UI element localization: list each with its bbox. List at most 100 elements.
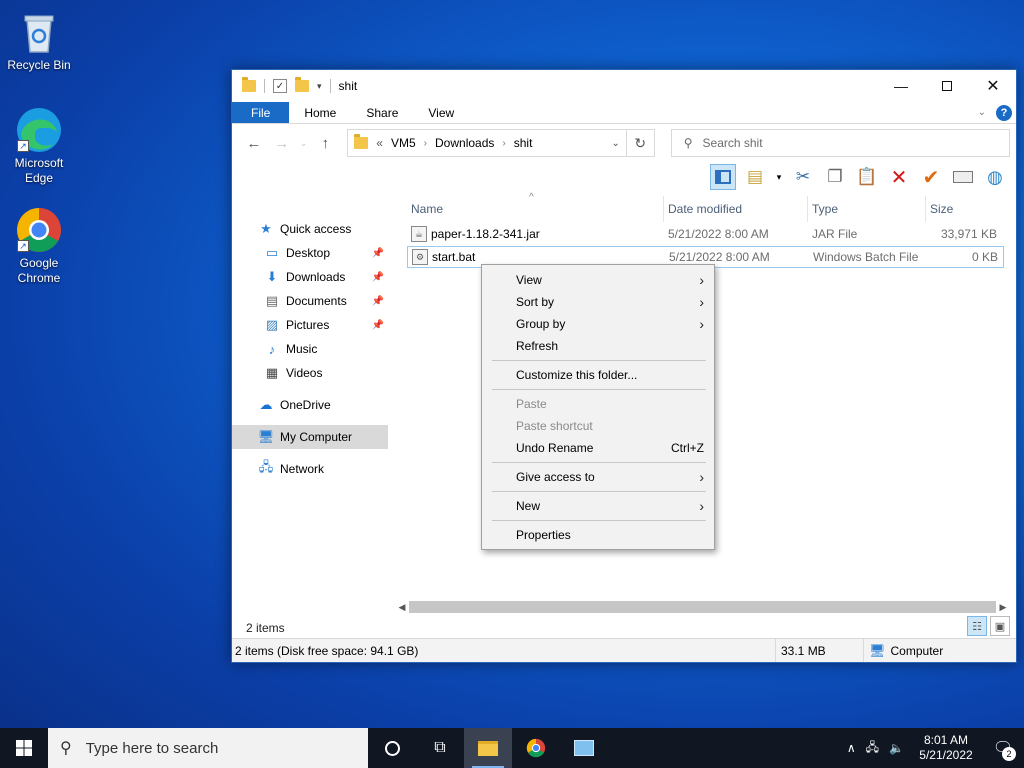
nav-pictures[interactable]: ▨ Pictures 📌 [232, 313, 388, 337]
taskbar-search[interactable]: ⚲ Type here to search [48, 728, 368, 768]
up-button[interactable]: ↑ [314, 131, 338, 155]
menu-item-paste[interactable]: Paste [482, 393, 714, 415]
menu-item-view[interactable]: View › [482, 269, 714, 291]
new-folder-icon[interactable] [295, 77, 309, 92]
taskbar-search-placeholder: Type here to search [85, 739, 219, 757]
nav-network[interactable]: 🖧 Network [232, 457, 388, 481]
large-icons-view-button[interactable]: ▣ [990, 616, 1010, 636]
desktop-icon-chrome[interactable]: ↗ Google Chrome [2, 206, 76, 286]
menu-item-paste-shortcut[interactable]: Paste shortcut [482, 415, 714, 437]
help-icon[interactable]: ? [996, 104, 1012, 121]
recent-locations-button[interactable]: ⌄ [298, 131, 310, 155]
search-input[interactable] [702, 136, 983, 150]
file-name: start.bat [432, 250, 476, 264]
rename-button[interactable] [950, 164, 976, 190]
file-size: 33,971 KB [940, 227, 997, 241]
nav-documents[interactable]: ▤ Documents 📌 [232, 289, 388, 313]
shortcut-arrow-icon: ↗ [17, 240, 29, 252]
scroll-right-icon[interactable]: ▶ [996, 602, 1010, 613]
nav-quick-access[interactable]: ★ Quick access [232, 217, 388, 241]
minimize-button[interactable]: — [878, 71, 924, 101]
cut-button[interactable]: ✂ [790, 164, 816, 190]
tab-view[interactable]: View [413, 102, 469, 123]
file-name: paper-1.18.2-341.jar [431, 227, 540, 241]
paste-button[interactable]: 📋 [854, 164, 880, 190]
menu-item-undo-rename[interactable]: Undo Rename Ctrl+Z [482, 437, 714, 459]
copy-button[interactable]: ❐ [822, 164, 848, 190]
tab-share[interactable]: Share [351, 102, 413, 123]
refresh-button[interactable]: ↻ [625, 130, 654, 156]
details-view-button[interactable]: ☷ [967, 616, 987, 636]
scroll-left-icon[interactable]: ◀ [395, 602, 409, 613]
nav-music[interactable]: ♪ Music [232, 337, 388, 361]
taskbar-chrome[interactable] [512, 728, 560, 768]
desktop-icon-edge[interactable]: ↗ Microsoft Edge [2, 106, 76, 186]
search-box[interactable]: ⚲ [670, 129, 1010, 157]
menu-item-group-by[interactable]: Group by › [482, 313, 714, 335]
views-dropdown[interactable]: ▾ [774, 164, 784, 190]
clock[interactable]: 8:01 AM 5/21/2022 [914, 733, 978, 763]
menu-item-new[interactable]: New › [482, 495, 714, 517]
forward-button[interactable]: → [270, 131, 294, 155]
menu-item-properties[interactable]: Properties [482, 524, 714, 546]
breadcrumb-current[interactable]: shit [514, 136, 533, 150]
chrome-icon [526, 738, 546, 758]
tab-file[interactable]: File [232, 102, 290, 123]
properties-check-icon[interactable]: ✓ [273, 79, 287, 93]
nav-my-computer[interactable]: 🖥 My Computer [232, 425, 388, 449]
file-type: Windows Batch File [813, 250, 919, 264]
menu-item-give-access[interactable]: Give access to › [482, 466, 714, 488]
maximize-button[interactable] [924, 71, 970, 101]
ribbon-expand-icon[interactable]: ⌄ [978, 107, 986, 118]
delete-button[interactable]: ✕ [886, 164, 912, 190]
scroll-thumb[interactable] [409, 601, 996, 613]
breadcrumb-chevron-icon[interactable]: › [502, 138, 505, 149]
address-dropdown-icon[interactable]: ⌄ [606, 138, 626, 149]
batch-file-icon: ⚙ [412, 249, 428, 265]
start-button[interactable] [0, 728, 48, 768]
desktop-icon-recycle-bin[interactable]: Recycle Bin [2, 8, 76, 73]
volume-icon[interactable]: 🔈 [889, 741, 904, 755]
column-name[interactable]: Name [407, 196, 664, 222]
nav-videos[interactable]: ▦ Videos [232, 361, 388, 385]
task-view-button[interactable]: ⧉ [416, 728, 464, 768]
folders-pane-button[interactable] [710, 164, 736, 190]
action-center-button[interactable]: 🗨 2 [988, 728, 1018, 768]
file-date: 5/21/2022 8:00 AM [668, 227, 769, 241]
nav-desktop[interactable]: ▭ Desktop 📌 [232, 241, 388, 265]
qat-dropdown-icon[interactable]: ▾ [317, 81, 322, 92]
total-size-status: 33.1 MB [776, 639, 864, 662]
menu-item-refresh[interactable]: Refresh [482, 335, 714, 357]
views-button[interactable]: ▤ [742, 164, 768, 190]
pin-icon: 📌 [371, 271, 384, 283]
column-date[interactable]: Date modified [664, 196, 808, 222]
show-hidden-icons-icon[interactable]: ∧ [847, 741, 856, 755]
breadcrumb-overflow[interactable]: « [376, 136, 383, 150]
network-tray-icon[interactable]: 🖧 [866, 738, 879, 759]
back-button[interactable]: ← [242, 131, 266, 155]
shortcut-hint: Ctrl+Z [671, 441, 704, 455]
file-row[interactable]: ☕ paper-1.18.2-341.jar 5/21/2022 8:00 AM … [407, 223, 1004, 245]
close-button[interactable]: ✕ [970, 71, 1016, 101]
cortana-button[interactable] [368, 728, 416, 768]
taskbar-file-explorer[interactable] [464, 728, 512, 768]
desktop-icon: ▭ [265, 245, 279, 260]
menu-item-customize-folder[interactable]: Customize this folder... [482, 364, 714, 386]
title-bar: ✓ ▾ shit — ✕ [232, 70, 1016, 102]
horizontal-scrollbar[interactable]: ◀ ▶ [395, 600, 1010, 614]
breadcrumb-downloads[interactable]: Downloads [435, 136, 494, 150]
properties-button[interactable]: ✔ [918, 164, 944, 190]
tab-home[interactable]: Home [289, 102, 351, 123]
shell-button[interactable]: ◍ [982, 164, 1008, 190]
breadcrumb-chevron-icon[interactable]: › [424, 138, 427, 149]
column-type[interactable]: Type [808, 196, 926, 222]
cortana-circle-icon [384, 740, 400, 756]
column-size[interactable]: Size [926, 196, 1001, 222]
nav-downloads[interactable]: ⬇ Downloads 📌 [232, 265, 388, 289]
address-bar[interactable]: « VM5 › Downloads › shit ⌄ ↻ [347, 129, 655, 157]
file-explorer-icon [478, 740, 498, 756]
breadcrumb-vm5[interactable]: VM5 [391, 136, 416, 150]
taskbar-app[interactable] [560, 728, 608, 768]
menu-item-sort-by[interactable]: Sort by › [482, 291, 714, 313]
nav-onedrive[interactable]: ☁ OneDrive [232, 393, 388, 417]
